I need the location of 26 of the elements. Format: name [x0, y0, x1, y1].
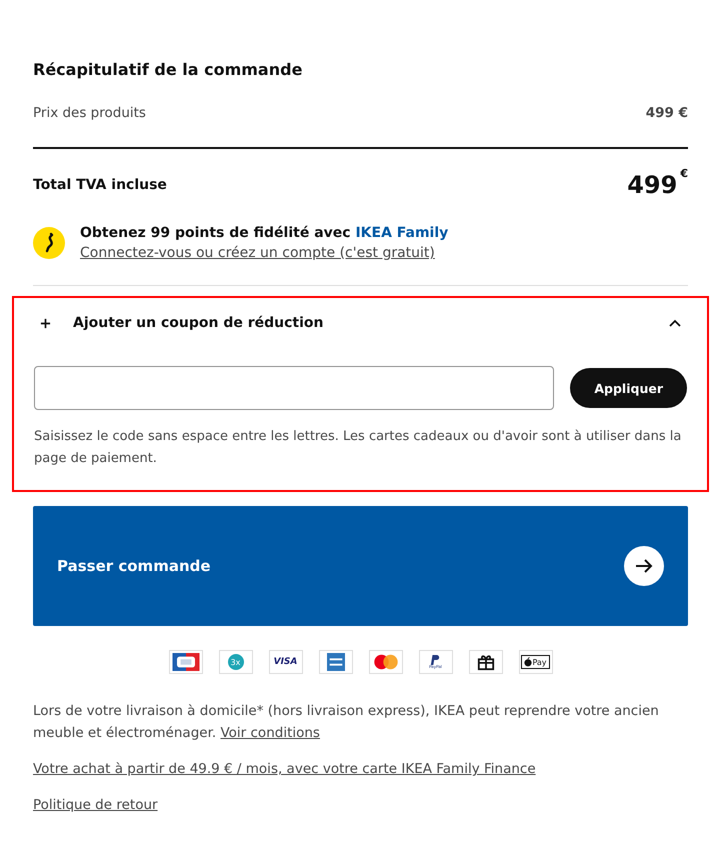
summary-title: Récapitulatif de la commande: [33, 60, 304, 79]
account-link[interactable]: Connectez-vous ou créez un compte (c'est gratuit): [80, 245, 448, 261]
total-label: Total TVA incluse: [33, 177, 167, 193]
apply-button[interactable]: Appliquer: [570, 368, 687, 408]
cb-payment-logo: [168, 650, 202, 674]
checkout-button[interactable]: Passer commande: [33, 506, 688, 626]
installments-payment-logo: 3x: [218, 650, 252, 674]
coupon-hint: Saisissez le code sans espace entre les lettres. Les cartes cadeaux ou d'avoir sont à utiliser dans la page de paiement.: [34, 428, 682, 468]
gift-payment-logo: [468, 650, 502, 674]
amex-payment-logo: [318, 650, 352, 674]
subtotal-value: 499 €: [646, 105, 688, 121]
loyalty-text: Obtenez 99 points de fidélité avec IKEA Family: [80, 225, 448, 241]
info-link[interactable]: Votre achat à partir de 49.9 € / mois, avec votre carte IKEA Family Finance: [33, 761, 536, 777]
visa-payment-logo: VISA: [268, 650, 302, 674]
coupon-input-field[interactable]: [34, 366, 554, 410]
takeback-note: Lors de votre livraison à domicile* (hors livraison express), IKEA peut reprendre votre ancien meuble et électroménager. Voir conditions: [33, 702, 660, 743]
total-price: 499$^{€}$: [627, 171, 688, 199]
loyalty-icon: [33, 227, 65, 259]
plus-icon: [40, 318, 51, 328]
applepay-payment-logo: Pay: [518, 650, 552, 674]
info-link[interactable]: Politique de retour: [33, 797, 158, 813]
subtotal-label: Prix des produits: [33, 105, 146, 121]
mastercard-payment-logo: [368, 650, 402, 674]
conditions-link[interactable]: Voir conditions: [220, 725, 320, 741]
coupon-toggle[interactable]: Ajouter un coupon de réduction: [34, 298, 687, 348]
arrow-right-icon: [624, 546, 664, 586]
